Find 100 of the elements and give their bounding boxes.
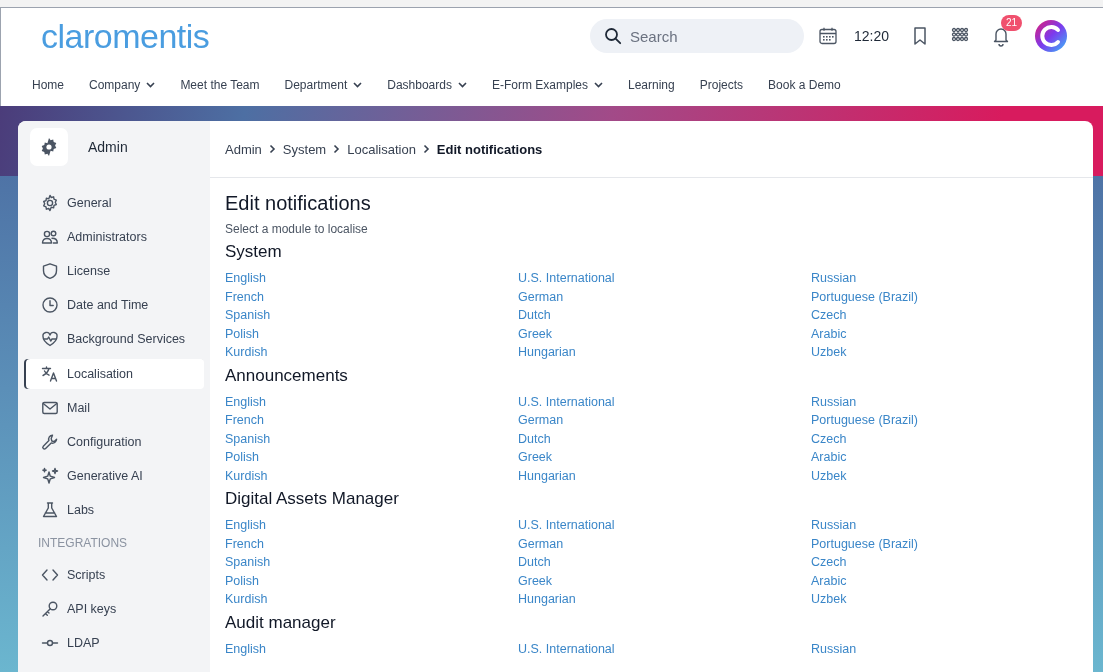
language-link[interactable]: Russian [811,392,857,411]
language-link[interactable]: Kurdish [225,343,268,362]
language-link[interactable]: Russian [811,639,857,658]
sparkles-icon [41,467,59,486]
bookmark-icon[interactable] [911,26,929,46]
nav-link[interactable]: E-Form Examples [491,78,603,92]
language-link[interactable]: English [225,516,266,535]
language-link[interactable]: English [225,392,266,411]
language-link[interactable]: German [518,287,564,306]
language-link[interactable]: Dutch [518,429,551,448]
language-link[interactable]: Spanish [225,429,271,448]
nav-link[interactable]: Book a Demo [768,78,841,92]
language-link[interactable]: Czech [811,429,847,448]
nav-link[interactable]: Company [89,78,156,92]
sidebar-item[interactable]: Scripts [24,559,204,590]
language-link[interactable]: U.S. International [518,269,615,288]
language-link[interactable]: French [225,411,264,430]
nav-link[interactable]: Department [284,78,363,92]
sidebar-title: Admin [88,139,128,156]
flask-icon [41,501,59,520]
language-link[interactable]: Portuguese (Brazil) [811,534,918,553]
language-link[interactable]: Polish [225,571,260,590]
language-link[interactable]: U.S. International [518,516,615,535]
language-link[interactable]: English [225,269,266,288]
calendar-icon[interactable] [817,26,838,46]
language-link[interactable]: Arabic [811,324,847,343]
module-heading: Audit manager [225,611,337,634]
nav-link[interactable]: Meet the Team [180,78,260,92]
chevron-down-icon [594,82,603,88]
language-link[interactable]: Uzbek [811,590,847,609]
language-link[interactable]: Polish [225,448,260,467]
sidebar-item[interactable]: General [24,187,204,218]
language-link[interactable]: Kurdish [225,466,268,485]
language-link[interactable]: Spanish [225,553,271,572]
language-link[interactable]: Arabic [811,571,847,590]
nav-link[interactable]: Projects [699,78,744,92]
language-link[interactable]: Portuguese (Brazil) [811,411,918,430]
translate-icon [41,364,59,383]
page-subtitle: Select a module to localise [225,222,369,236]
language-link[interactable]: Dutch [518,306,551,325]
chevron-down-icon [457,82,467,88]
section-heading: INTEGRATIONS [37,535,129,553]
language-link[interactable]: Dutch [518,553,551,572]
language-link[interactable]: Portuguese (Brazil) [811,287,918,306]
sidebar-item[interactable]: License [24,256,204,287]
language-link[interactable]: German [518,411,564,430]
sidebar-item[interactable]: Background Services [24,324,204,355]
sidebar-item[interactable]: Labs [24,495,204,526]
module-heading: Announcements [225,364,349,387]
language-link[interactable]: U.S. International [518,392,615,411]
breadcrumb-link[interactable]: Localisation [347,141,416,157]
language-link[interactable]: Greek [518,448,553,467]
language-link[interactable]: Russian [811,516,857,535]
language-link[interactable]: Greek [518,324,553,343]
bell-icon[interactable] [991,25,1011,47]
users-icon [41,228,59,246]
nav-link[interactable]: Dashboards [387,78,467,92]
language-link[interactable]: Russian [811,269,857,288]
logo[interactable]: claromentis [41,16,210,56]
language-link[interactable]: Uzbek [811,343,847,362]
language-link[interactable]: Polish [225,324,260,343]
sidebar-item[interactable]: Configuration [24,426,204,457]
clock-icon [41,296,59,315]
avatar[interactable] [1035,20,1067,52]
module-heading: Digital Assets Manager [225,488,400,510]
language-link[interactable]: Uzbek [811,466,847,485]
chevron-down-icon [353,82,363,88]
chevron-icon [333,144,341,154]
sidebar-item[interactable]: API keys [24,593,204,624]
sidebar-item[interactable]: Mail [24,392,204,423]
sidebar-item[interactable]: Date and Time [24,290,204,321]
wrench-icon [41,432,59,451]
language-link[interactable]: U.S. International [518,639,615,658]
sidebar-item[interactable]: LDAP [24,627,204,659]
language-link[interactable]: French [225,534,264,553]
language-link[interactable]: Czech [811,553,847,572]
heart-pulse-icon [41,330,59,349]
language-link[interactable]: French [225,287,264,306]
language-link[interactable]: Czech [811,306,847,325]
language-link[interactable]: Arabic [811,448,847,467]
language-link[interactable]: Hungarian [518,590,576,609]
language-link[interactable]: Hungarian [518,466,576,485]
language-link[interactable]: English [225,639,266,658]
breadcrumb-link[interactable]: Admin [225,141,262,157]
breadcrumb-link[interactable]: Edit notifications [436,141,543,157]
chevron-icon [422,144,430,154]
language-link[interactable]: Spanish [225,306,271,325]
nav-link[interactable]: Home [32,78,64,92]
page-title: Edit notifications [225,192,372,215]
search-field[interactable]: Search [589,19,804,53]
sidebar-item[interactable]: Localisation [24,358,204,389]
shield-icon [41,262,59,281]
nav-link[interactable]: Learning [628,78,675,92]
language-link[interactable]: German [518,534,564,553]
breadcrumb-link[interactable]: System [282,141,327,157]
language-link[interactable]: Hungarian [518,343,576,362]
sidebar-item[interactable]: Administrators [24,221,204,253]
language-link[interactable]: Greek [518,571,553,590]
language-link[interactable]: Kurdish [225,590,268,609]
sidebar-item[interactable]: Generative AI [24,461,204,492]
